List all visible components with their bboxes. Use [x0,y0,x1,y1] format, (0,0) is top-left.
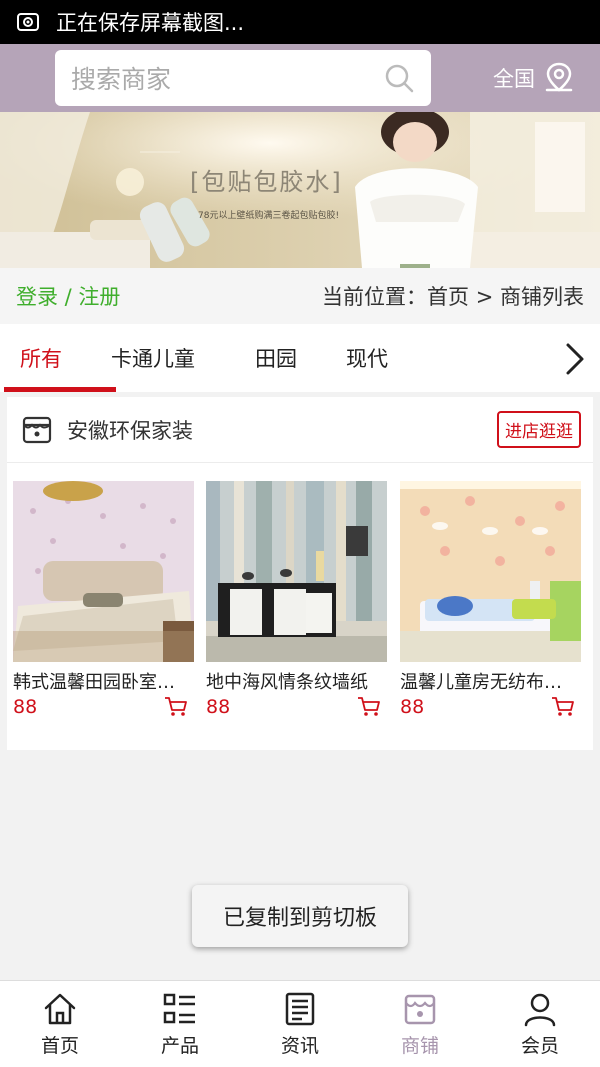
banner-headline: [包贴包胶水] [190,168,343,196]
store-icon[interactable] [402,991,438,1027]
nav-label[interactable]: 商铺 [401,1031,439,1058]
breadcrumb: 当前位置：首页 > 商铺列表 [322,285,584,309]
search-input[interactable]: 搜索商家 [71,60,383,96]
location-pin-icon[interactable] [543,61,575,95]
enter-shop-button[interactable]: 进店逛逛 [497,411,581,448]
product-image[interactable] [206,481,387,662]
product-card[interactable]: 韩式温馨田园卧室墙纸 88 [13,481,194,718]
nav-label[interactable]: 会员 [521,1031,559,1058]
tab-label[interactable]: 田园 [255,343,297,373]
login-register-link[interactable]: 登录 / 注册 [16,281,120,311]
status-text: 正在保存屏幕截图... [56,11,245,35]
nav-label[interactable]: 首页 [41,1031,79,1058]
nav-products[interactable]: 产品 [120,981,240,1067]
cart-icon[interactable] [357,696,381,718]
product-card[interactable]: 地中海风情条纹墙纸 88 [206,481,387,718]
tab-cartoon-kids[interactable]: 卡通儿童 [111,324,195,392]
nav-label[interactable]: 资讯 [281,1031,319,1058]
tab-modern[interactable]: 现代 [346,324,388,392]
chevron-right-icon[interactable] [564,342,586,376]
product-price: 88 [206,696,231,718]
banner-promo-text: 78元以上壁纸购满三卷起包贴包胶! [198,211,340,221]
cart-icon[interactable] [164,696,188,718]
list-icon[interactable] [162,991,198,1027]
tab-label[interactable]: 所有 [20,343,62,373]
nav-label[interactable]: 产品 [161,1031,199,1058]
promo-banner[interactable]: [包贴包胶水] 78元以上壁纸购满三卷起包贴包胶! [0,112,600,268]
search-icon[interactable] [383,62,415,94]
bottom-nav: 首页 产品 资讯 商铺 会员 [0,980,600,1067]
search-box[interactable]: 搜索商家 [55,50,431,106]
shop-card: 安徽环保家装 进店逛逛 韩式温馨田园卧室墙纸 88 地中海风情条纹墙纸 88 温… [7,397,593,750]
product-name[interactable]: 地中海风情条纹墙纸 [206,668,376,694]
product-price: 88 [400,696,425,718]
product-image[interactable] [400,481,581,662]
tab-label[interactable]: 现代 [346,343,388,373]
product-name[interactable]: 韩式温馨田园卧室墙纸 [13,668,183,694]
nav-member[interactable]: 会员 [480,981,600,1067]
shop-header: 安徽环保家装 进店逛逛 [7,397,593,463]
breadcrumb-bar: 登录 / 注册 当前位置：首页 > 商铺列表 [0,268,600,324]
top-header: 搜索商家 全国 [0,44,600,112]
cart-icon[interactable] [551,696,575,718]
category-tabs: 所有 卡通儿童 田园 现代 [0,324,600,392]
home-icon[interactable] [42,991,78,1027]
product-name[interactable]: 温馨儿童房无纺布墙纸 [400,668,570,694]
store-icon [22,416,52,443]
screenshot-icon [17,13,39,31]
product-card[interactable]: 温馨儿童房无纺布墙纸 88 [400,481,581,718]
product-price: 88 [13,696,38,718]
shop-name[interactable]: 安徽环保家装 [67,415,497,445]
nav-stores[interactable]: 商铺 [360,981,480,1067]
tab-pastoral[interactable]: 田园 [255,324,297,392]
news-icon[interactable] [282,991,318,1027]
tab-all[interactable]: 所有 [4,324,116,392]
product-image[interactable] [13,481,194,662]
nav-home[interactable]: 首页 [0,981,120,1067]
user-icon[interactable] [522,991,558,1027]
nav-news[interactable]: 资讯 [240,981,360,1067]
tab-label[interactable]: 卡通儿童 [111,343,195,373]
region-selector[interactable]: 全国 [493,56,575,100]
toast-text: 已复制到剪切板 [222,906,377,931]
toast-message: 已复制到剪切板 [192,885,408,947]
status-bar: 正在保存屏幕截图... [0,0,600,44]
region-label[interactable]: 全国 [493,63,535,93]
